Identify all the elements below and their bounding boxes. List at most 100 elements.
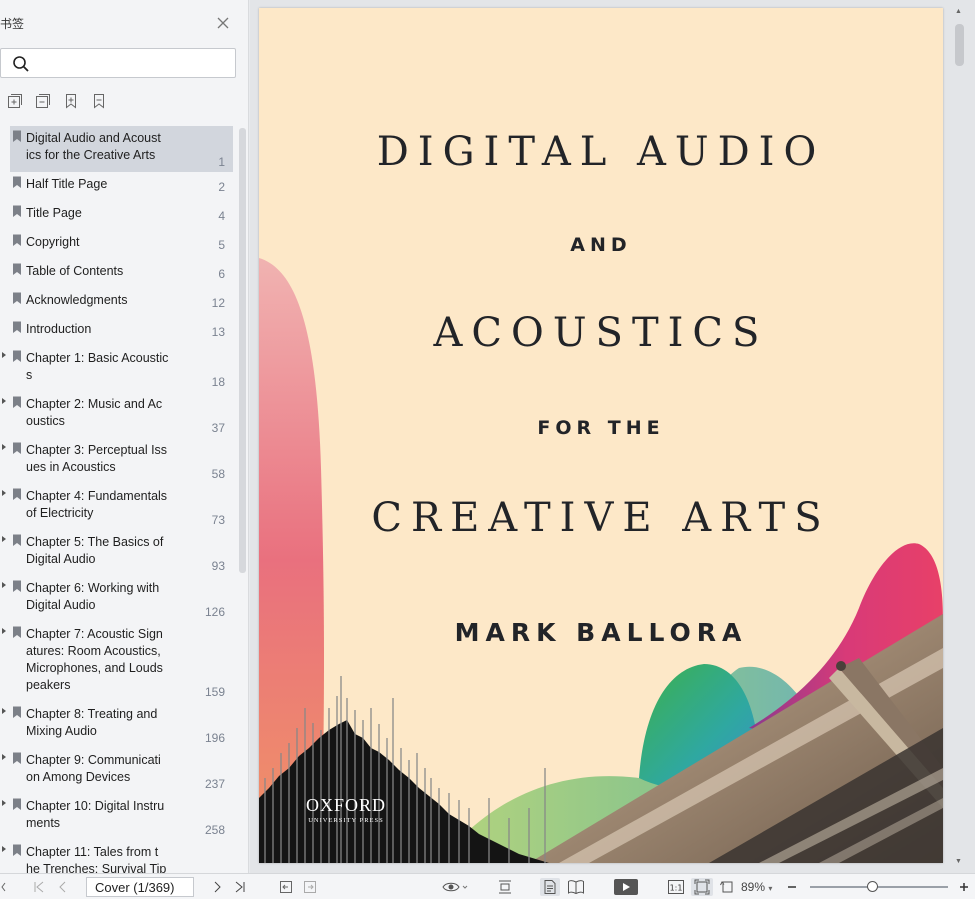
bookmark-label: Chapter 11: Tales from t he Trenches: Su…	[26, 845, 167, 873]
bookmark-panel-header: 书签	[0, 14, 249, 34]
bookmark-item[interactable]: Chapter 10: Digital Instru ments 258	[2, 794, 233, 840]
bookmark-icon[interactable]	[62, 92, 80, 110]
zoom-percentage[interactable]: 89% ▾	[741, 880, 772, 894]
expand-arrow-icon[interactable]	[2, 846, 6, 852]
forward-icon[interactable]	[302, 878, 318, 896]
panel-title: 书签	[0, 17, 25, 31]
bookmark-flag-icon	[12, 752, 22, 770]
zoom-dropdown-icon[interactable]: ▾	[768, 884, 772, 893]
zoom-slider[interactable]	[810, 886, 948, 888]
bookmark-label: Introduction	[26, 322, 92, 336]
search-icon	[12, 55, 30, 78]
remove-bookmark-icon[interactable]	[34, 92, 52, 110]
next-page-icon[interactable]	[210, 878, 224, 896]
bookmark-item[interactable]: Chapter 3: Perceptual Iss ues in Acousti…	[2, 438, 233, 484]
expand-arrow-icon[interactable]	[2, 754, 6, 760]
bookmark-page-number: 73	[211, 513, 225, 527]
bookmark-item[interactable]: Title Page 4	[10, 201, 233, 226]
bookmark-item[interactable]: Chapter 5: The Basics of Digital Audio 93	[2, 530, 233, 576]
bookmark-flag-icon	[12, 396, 22, 414]
bookmark-item[interactable]: Chapter 7: Acoustic Sign atures: Room Ac…	[2, 622, 233, 702]
scroll-left-icon[interactable]	[0, 878, 8, 896]
close-icon[interactable]	[216, 16, 230, 30]
zoom-value: 89%	[741, 880, 766, 894]
fit-height-icon[interactable]	[496, 878, 514, 896]
bookmark-label: Digital Audio and Acoust ics for the Cre…	[26, 131, 161, 162]
scroll-down-icon[interactable]: ▼	[955, 858, 962, 865]
bookmark-item[interactable]: Chapter 11: Tales from t he Trenches: Su…	[2, 840, 233, 873]
book-cover-page: DIGITAL AUDIO AND ACOUSTICS FOR THE CREA…	[259, 8, 943, 863]
bookmark-panel: 书签 Digital Audio and Acoust ics for the …	[0, 0, 249, 873]
expand-arrow-icon[interactable]	[2, 444, 6, 450]
cover-title-line-4: FOR THE	[537, 417, 665, 439]
bookmark-flag-icon	[12, 626, 22, 644]
fit-page-icon[interactable]	[691, 878, 713, 896]
previous-page-icon[interactable]	[56, 878, 70, 896]
zoom-out-icon[interactable]	[786, 878, 798, 896]
cover-title-line-2: AND	[570, 234, 632, 256]
two-page-icon[interactable]	[566, 878, 586, 896]
bookmark-label: Chapter 5: The Basics of Digital Audio	[26, 535, 164, 566]
bookmark-item[interactable]: Chapter 2: Music and Ac oustics 37	[2, 392, 233, 438]
expand-arrow-icon[interactable]	[2, 708, 6, 714]
bookmark-item[interactable]: Chapter 8: Treating and Mixing Audio 196	[2, 702, 233, 748]
bookmark-flag-icon	[12, 798, 22, 816]
bookmark-outline-icon[interactable]	[90, 92, 108, 110]
bookmark-page-number: 126	[204, 605, 225, 619]
zoom-in-icon[interactable]	[958, 878, 970, 896]
back-icon[interactable]	[278, 878, 294, 896]
bookmark-page-number: 4	[218, 209, 225, 223]
bookmark-page-number: 5	[218, 238, 225, 252]
play-slideshow-icon[interactable]	[613, 878, 639, 896]
bookmark-label: Chapter 10: Digital Instru ments	[26, 799, 165, 830]
bookmark-label: Chapter 4: Fundamentals of Electricity	[26, 489, 168, 520]
bookmark-page-number: 6	[218, 267, 225, 281]
bookmark-item[interactable]: Chapter 4: Fundamentals of Electricity 73	[2, 484, 233, 530]
expand-arrow-icon[interactable]	[2, 582, 6, 588]
expand-arrow-icon[interactable]	[2, 398, 6, 404]
actual-size-icon[interactable]: 1:1	[667, 878, 685, 896]
bookmark-item[interactable]: Chapter 9: Communicati on Among Devices 2…	[2, 748, 233, 794]
sidebar-scrollbar[interactable]	[239, 128, 246, 573]
bookmark-item[interactable]: Chapter 6: Working with Digital Audio 126	[2, 576, 233, 622]
scroll-up-icon[interactable]: ▲	[955, 8, 962, 15]
bookmark-page-number: 2	[218, 180, 225, 194]
expand-arrow-icon[interactable]	[2, 352, 6, 358]
last-page-icon[interactable]	[233, 878, 247, 896]
bookmark-page-number: 93	[211, 559, 225, 573]
bookmark-item[interactable]: Table of Contents 6	[10, 259, 233, 284]
zoom-slider-thumb[interactable]	[867, 881, 879, 892]
publisher-subtitle: UNIVERSITY PRESS	[308, 817, 384, 824]
bookmark-flag-icon	[12, 205, 22, 223]
add-bookmark-icon[interactable]	[6, 92, 24, 110]
bookmark-item[interactable]: Acknowledgments 12	[10, 288, 233, 313]
expand-arrow-icon[interactable]	[2, 628, 6, 634]
cover-author: MARK BALLORA	[454, 618, 748, 647]
publisher-logo: OXFORD UNIVERSITY PRESS	[301, 795, 391, 824]
single-page-icon[interactable]	[540, 878, 560, 896]
bookmark-label: Chapter 2: Music and Ac oustics	[26, 397, 163, 428]
bookmark-search-box[interactable]	[0, 48, 236, 78]
expand-arrow-icon[interactable]	[2, 800, 6, 806]
page-scrollbar-thumb[interactable]	[955, 24, 964, 66]
bookmark-item[interactable]: Chapter 1: Basic Acoustic s 18	[2, 346, 233, 392]
bookmark-item[interactable]: Introduction 13	[10, 317, 233, 342]
bookmark-item[interactable]: Copyright 5	[10, 230, 233, 255]
bookmark-page-number: 196	[204, 731, 225, 745]
bookmark-item[interactable]: Digital Audio and Acoust ics for the Cre…	[10, 126, 233, 172]
svg-text:1:1: 1:1	[670, 884, 683, 893]
page-number-field[interactable]	[86, 877, 194, 897]
bookmark-label: Title Page	[26, 206, 82, 220]
bookmark-page-number: 13	[211, 325, 225, 339]
bookmark-label: Chapter 8: Treating and Mixing Audio	[26, 707, 158, 738]
bookmark-item[interactable]: Half Title Page 2	[10, 172, 233, 197]
rotate-icon[interactable]	[718, 878, 736, 896]
bookmark-flag-icon	[12, 350, 22, 368]
document-viewport: DIGITAL AUDIO AND ACOUSTICS FOR THE CREA…	[250, 0, 975, 873]
first-page-icon[interactable]	[32, 878, 46, 896]
expand-arrow-icon[interactable]	[2, 536, 6, 542]
bookmark-label: Acknowledgments	[26, 293, 128, 307]
expand-arrow-icon[interactable]	[2, 490, 6, 496]
search-input[interactable]	[35, 53, 230, 73]
eye-icon[interactable]	[441, 878, 469, 896]
